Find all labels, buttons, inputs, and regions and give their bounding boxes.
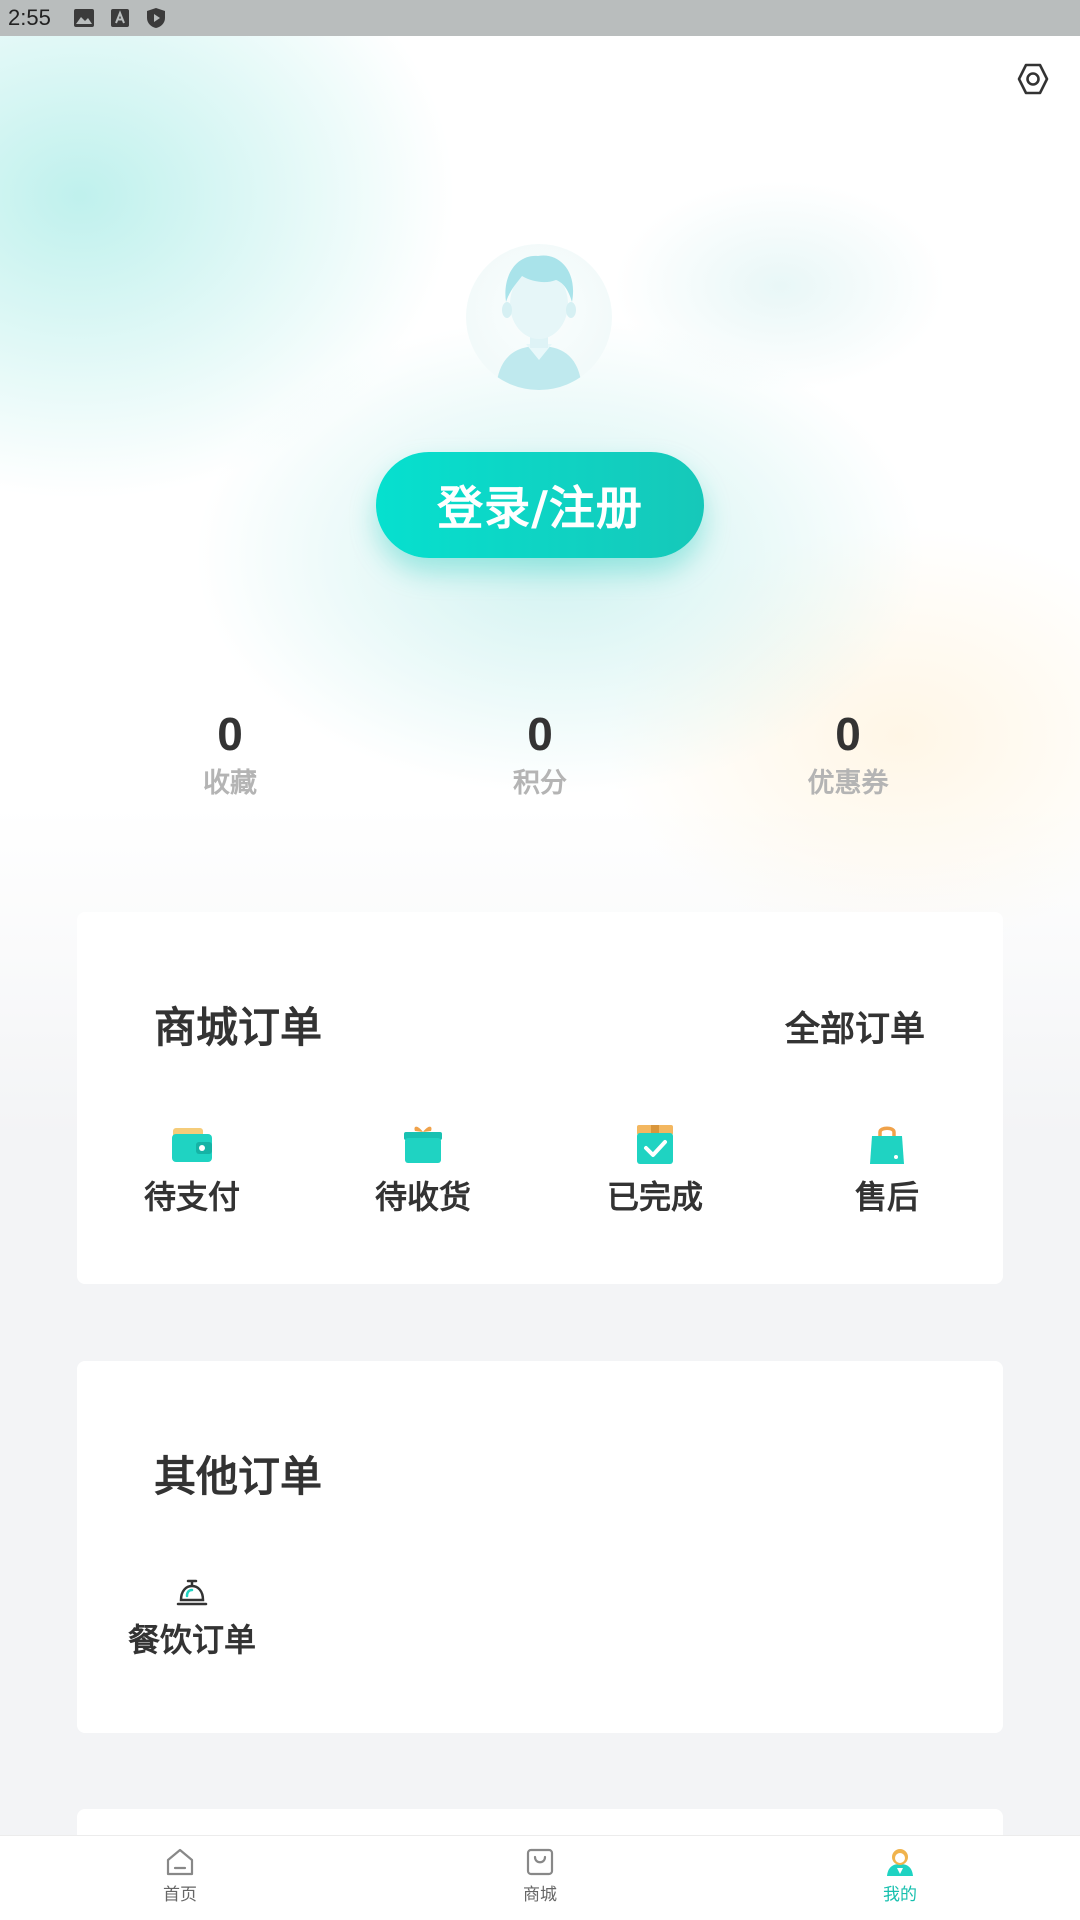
stat-coupons-value: 0 xyxy=(835,708,861,760)
font-notification-icon xyxy=(109,7,131,29)
order-pending-receipt[interactable]: 待收货 xyxy=(343,1122,503,1218)
profile-icon xyxy=(887,1849,913,1876)
wallet-icon xyxy=(172,1128,212,1162)
stat-points-label: 积分 xyxy=(513,768,567,799)
order-pending-payment-label: 待支付 xyxy=(143,1178,240,1216)
other-orders-card: 其他订单 餐饮订单 xyxy=(77,1361,1003,1733)
stat-points[interactable]: 0 积分 xyxy=(440,702,640,802)
tab-mine[interactable]: 我的 xyxy=(840,1846,960,1905)
order-pending-receipt-label: 待收货 xyxy=(374,1178,471,1216)
bottom-tab-bar: 首页 商城 我的 xyxy=(0,1835,1080,1920)
stat-points-value: 0 xyxy=(527,708,553,760)
order-dining-label: 餐饮订单 xyxy=(127,1621,256,1659)
tab-mall-label: 商城 xyxy=(523,1885,557,1905)
tab-mine-label: 我的 xyxy=(883,1885,917,1905)
settings-button[interactable] xyxy=(1014,60,1052,98)
shield-play-icon xyxy=(145,7,167,29)
mall-orders-title: 商城订单 xyxy=(154,1003,323,1052)
order-after-sales-label: 售后 xyxy=(854,1178,919,1216)
order-pending-payment[interactable]: 待支付 xyxy=(112,1122,272,1218)
tab-mall[interactable]: 商城 xyxy=(480,1846,600,1905)
service-bell-icon xyxy=(176,1579,208,1606)
stat-favorites-value: 0 xyxy=(217,708,243,760)
order-after-sales[interactable]: 售后 xyxy=(807,1122,967,1218)
stats-row: 0 收藏 0 积分 0 优惠券 xyxy=(0,702,1080,812)
order-completed[interactable]: 已完成 xyxy=(575,1122,735,1218)
settings-gear-icon xyxy=(1017,63,1049,95)
status-bar: 2:55 xyxy=(0,0,1080,36)
status-time: 2:55 xyxy=(8,5,51,30)
order-completed-label: 已完成 xyxy=(606,1178,703,1216)
login-register-button[interactable]: 登录/注册 xyxy=(376,452,704,558)
check-box-icon xyxy=(637,1125,673,1164)
tab-home-label: 首页 xyxy=(163,1885,197,1905)
order-dining[interactable]: 餐饮订单 xyxy=(112,1577,272,1661)
stat-favorites-label: 收藏 xyxy=(203,768,257,799)
all-orders-link[interactable]: 全部订单 xyxy=(785,1001,925,1052)
stat-coupons[interactable]: 0 优惠券 xyxy=(748,702,948,802)
stat-favorites[interactable]: 0 收藏 xyxy=(130,702,330,802)
home-icon xyxy=(166,1848,194,1876)
gift-box-icon xyxy=(404,1126,442,1163)
other-orders-title: 其他订单 xyxy=(154,1452,323,1501)
mall-orders-card: 商城订单 全部订单 待支付 待收货 已完成 售后 xyxy=(77,912,1003,1284)
default-avatar-icon xyxy=(496,255,582,390)
shopping-bag-icon xyxy=(526,1848,554,1876)
tab-home[interactable]: 首页 xyxy=(120,1846,240,1905)
image-notification-icon xyxy=(73,7,95,29)
shopping-bag-icon xyxy=(870,1126,904,1164)
avatar[interactable] xyxy=(466,244,612,390)
stat-coupons-label: 优惠券 xyxy=(807,768,889,799)
